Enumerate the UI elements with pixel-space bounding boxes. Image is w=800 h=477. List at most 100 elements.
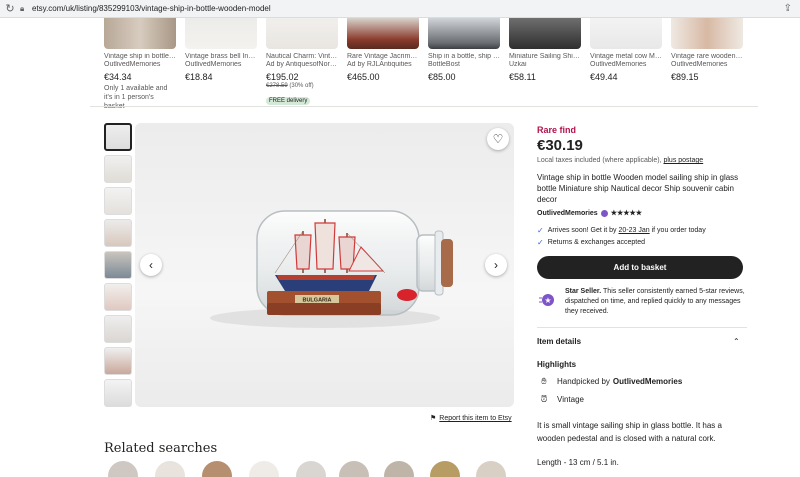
- lock-icon[interactable]: 🔒︎: [20, 4, 32, 14]
- gallery-thumbnail[interactable]: [104, 219, 132, 247]
- related-search-item[interactable]: [249, 461, 279, 477]
- tax-text: Local taxes included (where applicable),: [537, 157, 662, 164]
- browser-address-bar: ↻ 🔒︎ etsy.com/uk/listing/835299103/vinta…: [0, 0, 800, 18]
- gallery-thumbnail[interactable]: [104, 123, 132, 151]
- rating-stars[interactable]: ★★★★★: [611, 209, 642, 217]
- carousel-item[interactable]: Vintage metal cow Mi... OutlivedMemories…: [590, 18, 662, 82]
- carousel-item-price: €34.34: [104, 72, 132, 82]
- carousel-item-image[interactable]: [671, 18, 743, 49]
- carousel-item[interactable]: Nautical Charm: Vinta... Ad by Antiqueso…: [266, 18, 338, 107]
- tax-note: Local taxes included (where applicable),…: [537, 157, 703, 164]
- gallery-thumbnail[interactable]: [104, 283, 132, 311]
- carousel-item-title[interactable]: Vintage metal cow Mi...: [590, 53, 662, 60]
- report-item-link[interactable]: ⚑ Report this item to Etsy: [430, 414, 512, 422]
- heart-icon: ♡: [492, 132, 504, 146]
- carousel-item-shop: Ad by AntiquesofNorwa: [266, 61, 338, 68]
- star-seller-title: Star Seller.: [565, 288, 602, 295]
- carousel-item[interactable]: Miniature Sailing Ship... Uzkai €58.11: [509, 18, 581, 82]
- postage-link[interactable]: plus postage: [663, 157, 703, 164]
- handpicked-shop-link[interactable]: OutlivedMemories: [613, 377, 682, 386]
- gallery-thumbnail[interactable]: [104, 315, 132, 343]
- carousel-item-shop: OutlivedMemories: [671, 61, 728, 68]
- gallery-thumbnail[interactable]: [104, 379, 132, 407]
- shop-name-link[interactable]: OutlivedMemories: [537, 210, 598, 217]
- gallery-thumbnail[interactable]: [104, 347, 132, 375]
- gallery-thumbnail[interactable]: [104, 155, 132, 183]
- carousel-item-title[interactable]: Nautical Charm: Vinta...: [266, 53, 338, 60]
- related-search-item[interactable]: [384, 461, 414, 477]
- chevron-right-icon: ›: [494, 258, 498, 272]
- carousel-item-price: €85.00: [428, 72, 456, 82]
- carousel-item-image[interactable]: [104, 18, 176, 49]
- main-product-image[interactable]: BULGARIA ♡ ‹ ›: [135, 123, 514, 407]
- carousel-item[interactable]: Vintage ship in bottle ... OutlivedMemor…: [104, 18, 176, 111]
- arrival-dates[interactable]: 20-23 Jan: [619, 227, 650, 234]
- star-seller-text: Star Seller. This seller consistently ea…: [565, 287, 745, 317]
- carousel-item-image[interactable]: [266, 18, 338, 49]
- carousel-item-image[interactable]: [185, 18, 257, 49]
- carousel-item-title[interactable]: Ship in a bottle, ship i...: [428, 53, 500, 60]
- carousel-item-price: €465.00: [347, 72, 380, 82]
- carousel-item-image[interactable]: [590, 18, 662, 49]
- chevron-left-icon: ‹: [149, 258, 153, 272]
- report-item-label: Report this item to Etsy: [439, 415, 512, 422]
- carousel-item-title[interactable]: Vintage rare wooden ...: [671, 53, 743, 60]
- reload-icon[interactable]: ↻: [0, 2, 20, 15]
- previous-image-button[interactable]: ‹: [140, 254, 162, 276]
- related-search-item[interactable]: [155, 461, 185, 477]
- recommended-carousel: Vintage ship in bottle ... OutlivedMemor…: [104, 18, 744, 110]
- carousel-item[interactable]: Rare Vintage Jacrim K... Ad by RJLAntiqu…: [347, 18, 419, 82]
- star-seller-badge-icon: [600, 209, 608, 217]
- gallery-thumbnails: [104, 123, 132, 411]
- related-search-item[interactable]: [476, 461, 506, 477]
- url-field[interactable]: etsy.com/uk/listing/835299103/vintage-sh…: [32, 4, 271, 13]
- carousel-item-image[interactable]: [347, 18, 419, 49]
- carousel-item-shop: OutlivedMemories: [590, 61, 647, 68]
- share-icon[interactable]: ⇪: [784, 3, 792, 14]
- carousel-item-shop: BottleBost: [428, 61, 460, 68]
- carousel-item-title[interactable]: Miniature Sailing Ship...: [509, 53, 581, 60]
- carousel-item[interactable]: Vintage brass bell Indi... OutlivedMemor…: [185, 18, 257, 82]
- svg-text:★: ★: [544, 296, 551, 305]
- highlights-heading: Highlights: [537, 360, 577, 369]
- product-price: €30.19: [537, 137, 583, 154]
- related-search-item[interactable]: [202, 461, 232, 477]
- carousel-item-shop: OutlivedMemories: [104, 61, 161, 68]
- carousel-item[interactable]: Ship in a bottle, ship i... BottleBost €…: [428, 18, 500, 82]
- carousel-item-title[interactable]: Vintage ship in bottle ...: [104, 53, 176, 60]
- arrival-suffix: if you order today: [651, 227, 706, 234]
- handpicked-prefix: Handpicked by: [557, 377, 610, 386]
- product-length: Length - 13 cm / 5.1 in.: [537, 458, 619, 467]
- star-seller-icon: ★: [539, 294, 554, 306]
- next-image-button[interactable]: ›: [485, 254, 507, 276]
- returns-info: ✓ Returns & exchanges accepted: [537, 238, 645, 247]
- carousel-item-title[interactable]: Vintage brass bell Indi...: [185, 53, 257, 60]
- gallery-thumbnail[interactable]: [104, 251, 132, 279]
- related-search-item[interactable]: [108, 461, 138, 477]
- carousel-item-title[interactable]: Rare Vintage Jacrim K...: [347, 53, 419, 60]
- carousel-item-price: €49.44: [590, 72, 618, 82]
- carousel-item-price: €89.15: [671, 72, 699, 82]
- product-title: Vintage ship in bottle Wooden model sail…: [537, 173, 739, 204]
- add-to-basket-button[interactable]: Add to basket: [537, 256, 743, 279]
- related-search-item[interactable]: [296, 461, 326, 477]
- section-divider: [90, 106, 758, 107]
- favorite-button[interactable]: ♡: [487, 128, 509, 150]
- carousel-item[interactable]: Vintage rare wooden ... OutlivedMemories…: [671, 18, 743, 82]
- product-description: It is small vintage sailing ship in glas…: [537, 421, 722, 443]
- gallery-thumbnail[interactable]: [104, 187, 132, 215]
- carousel-item-image[interactable]: [428, 18, 500, 49]
- alarm-clock-icon: ⏰︎: [540, 394, 548, 404]
- related-search-item[interactable]: [430, 461, 460, 477]
- chevron-up-icon[interactable]: ⌃: [733, 337, 740, 346]
- related-search-item[interactable]: [339, 461, 369, 477]
- item-details-toggle[interactable]: Item details: [537, 337, 581, 346]
- carousel-item-image[interactable]: [509, 18, 581, 49]
- carousel-item-price: €18.84: [185, 72, 213, 82]
- carousel-item-shop: Ad by RJLAntiquities: [347, 61, 412, 68]
- vintage-label: Vintage: [557, 395, 584, 404]
- vintage-highlight: ⏰︎ Vintage: [537, 394, 584, 405]
- handpicked-highlight: ✋︎ Handpicked by OutlivedMemories: [537, 376, 682, 387]
- svg-text:BULGARIA: BULGARIA: [302, 298, 331, 304]
- carousel-item-shop: Uzkai: [509, 61, 527, 68]
